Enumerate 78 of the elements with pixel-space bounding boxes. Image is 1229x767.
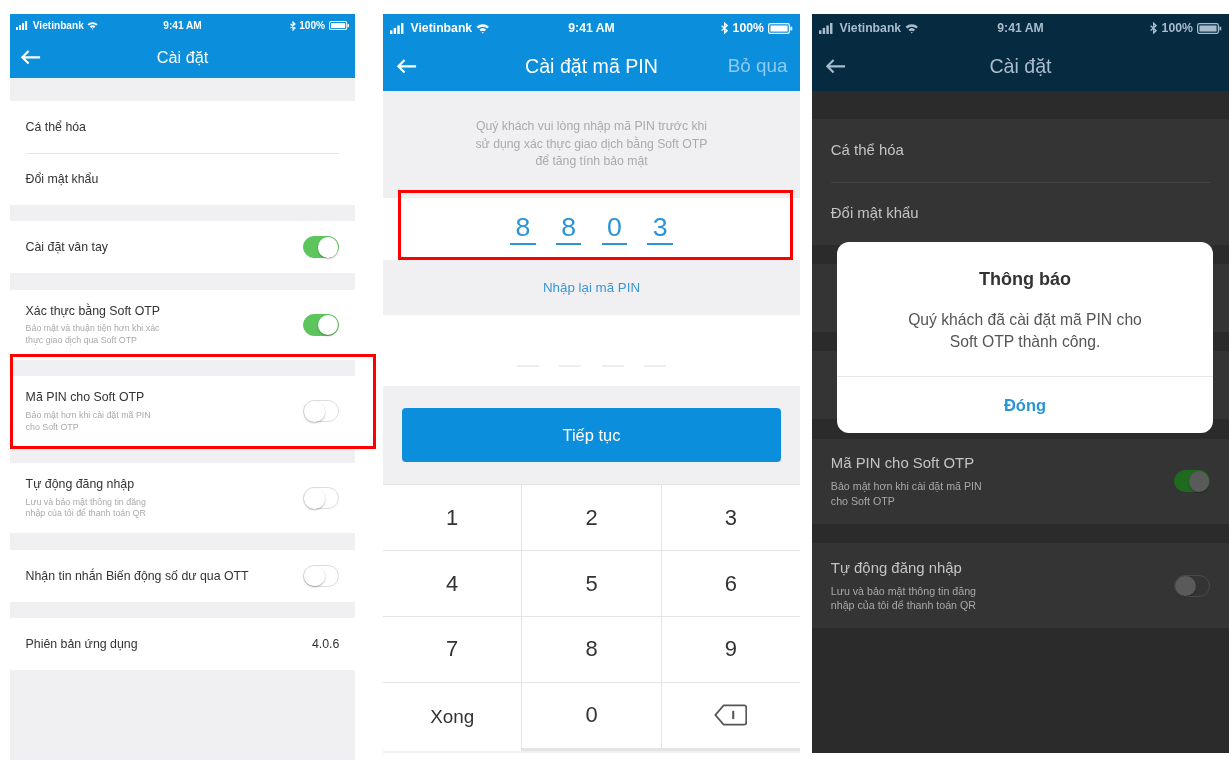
settings-row[interactable]: Cá thể hóa	[10, 101, 355, 153]
screen-title: Cài đặt	[156, 47, 209, 66]
row-description: Bảo mật hơn khi cài đặt mã PIN cho Soft OTP	[25, 409, 152, 434]
dialog-message: Quý khách đã cài đặt mã PIN cho Soft OTP thành công.	[907, 309, 1143, 352]
bluetooth-icon	[720, 21, 729, 35]
keypad-key[interactable]: 7	[383, 616, 522, 682]
pin-digit: 8	[555, 213, 582, 245]
row-title: Cá thể hóa	[830, 140, 905, 160]
keypad-key[interactable]: 0	[522, 682, 661, 748]
row-title: Cài đặt vân tay	[25, 239, 109, 256]
toggle-switch[interactable]	[303, 313, 340, 336]
wifi-icon	[905, 22, 919, 34]
carrier-name: Vietinbank	[410, 21, 473, 36]
toggle-switch[interactable]	[303, 236, 340, 259]
settings-row[interactable]: Cài đặt vân tay	[10, 221, 355, 274]
row-title: Đổi mật khẩu	[25, 171, 100, 188]
row-title: Cá thể hóa	[25, 118, 87, 135]
row-title: Đổi mật khẩu	[830, 204, 920, 224]
row-title: Mã PIN cho Soft OTP	[25, 389, 146, 406]
settings-row[interactable]: Mã PIN cho Soft OTP Bảo mật hơn khi cài đặt mã PIN cho Soft OTP	[10, 376, 355, 447]
settings-row[interactable]: Tự động đăng nhập Lưu và bảo mật thông tin đăng nhập của tôi để thanh toán QR	[812, 543, 1229, 629]
row-title: Xác thực bằng Soft OTP	[25, 302, 162, 319]
dialog-title: Thông báo	[978, 269, 1072, 291]
status-time: 9:41 AM	[163, 20, 202, 32]
continue-button[interactable]: Tiếp tục	[401, 407, 782, 463]
settings-row[interactable]: Phiên bản ứng dụng 4.0.6	[10, 617, 355, 670]
wifi-icon	[476, 22, 490, 34]
signal-icon	[16, 21, 30, 31]
settings-row[interactable]: Mã PIN cho Soft OTP Bảo mật hơn khi cài đặt mã PIN cho Soft OTP	[812, 438, 1229, 524]
version-value: 4.0.6	[311, 636, 340, 651]
settings-row[interactable]: Tự động đăng nhập Lưu và bảo mật thông tin đăng nhập của tôi để thanh toán QR	[10, 462, 355, 534]
battery-icon	[328, 21, 349, 31]
row-title: Mã PIN cho Soft OTP	[830, 454, 976, 474]
row-title: Tự động đăng nhập	[830, 558, 963, 578]
toggle-switch[interactable]	[1174, 574, 1211, 597]
carrier-name: Vietinbank	[32, 20, 84, 32]
row-description: Lưu và bảo mật thông tin đăng nhập của tôi để thanh toán QR	[830, 583, 977, 613]
confirm-pin-label: Nhập lại mã PIN	[542, 280, 640, 296]
row-description: Bảo mật hơn khi cài đặt mã PIN cho Soft OTP	[830, 479, 983, 508]
settings-row[interactable]: Đổi mật khẩu	[10, 153, 355, 205]
row-description: Bảo mật và thuận tiện hơn khi xác thực giao dịch qua Soft OTP	[25, 323, 161, 347]
battery-percent: 100%	[299, 20, 326, 32]
carrier-name: Vietinbank	[839, 21, 902, 36]
row-title: Tự động đăng nhập	[25, 475, 136, 492]
battery-percent: 100%	[732, 21, 764, 36]
keypad-key[interactable]: 8	[522, 616, 661, 682]
row-title: Phiên bản ứng dụng	[25, 635, 139, 652]
backspace-key[interactable]	[661, 682, 800, 748]
bluetooth-icon	[1149, 21, 1158, 35]
row-title: Nhận tin nhắn Biến động số dư qua OTT	[25, 567, 250, 584]
settings-row[interactable]: Xác thực bằng Soft OTP Bảo mật và thuận tiện hơn khi xác thực giao dịch qua Soft OTP	[10, 289, 355, 360]
status-time: 9:41 AM	[568, 21, 615, 36]
instruction-text: Quý khách vui lòng nhập mã PIN trước khi sử dụng xác thực giao dịch bằng Soft OTP để tăng tính bảo mật	[474, 118, 709, 170]
keypad-key[interactable]: 6	[661, 551, 800, 616]
pin-digit: 0	[601, 213, 628, 245]
pin-digit: 8	[510, 213, 536, 245]
keypad-key[interactable]: 3	[661, 485, 800, 551]
keypad-key[interactable]: 9	[661, 616, 800, 682]
keypad-key[interactable]: 1	[383, 485, 522, 551]
settings-row[interactable]: Cá thể hóa	[812, 119, 1229, 182]
keypad-key[interactable]: 5	[522, 551, 661, 616]
pin-digit: 3	[647, 213, 673, 245]
backspace-icon	[714, 704, 748, 727]
status-time: 9:41 AM	[997, 21, 1044, 36]
battery-icon	[768, 22, 793, 34]
toggle-switch[interactable]	[1174, 470, 1211, 493]
bluetooth-icon	[289, 20, 296, 31]
battery-icon	[1197, 22, 1222, 34]
keypad-key[interactable]: 2	[522, 485, 661, 551]
back-button[interactable]	[824, 59, 846, 74]
keypad-key[interactable]: Xong	[383, 682, 522, 751]
settings-row[interactable]: Nhận tin nhắn Biến động số dư qua OTT	[10, 549, 355, 602]
row-description: Lưu và bảo mật thông tin đăng nhập của tôi để thanh toán QR	[25, 496, 147, 521]
screen-title: Cài đặt mã PIN	[525, 55, 658, 77]
keypad-key[interactable]: 4	[383, 551, 522, 616]
wifi-icon	[87, 21, 99, 31]
battery-percent: 100%	[1161, 21, 1193, 36]
screen-title: Cài đặt	[989, 55, 1052, 77]
